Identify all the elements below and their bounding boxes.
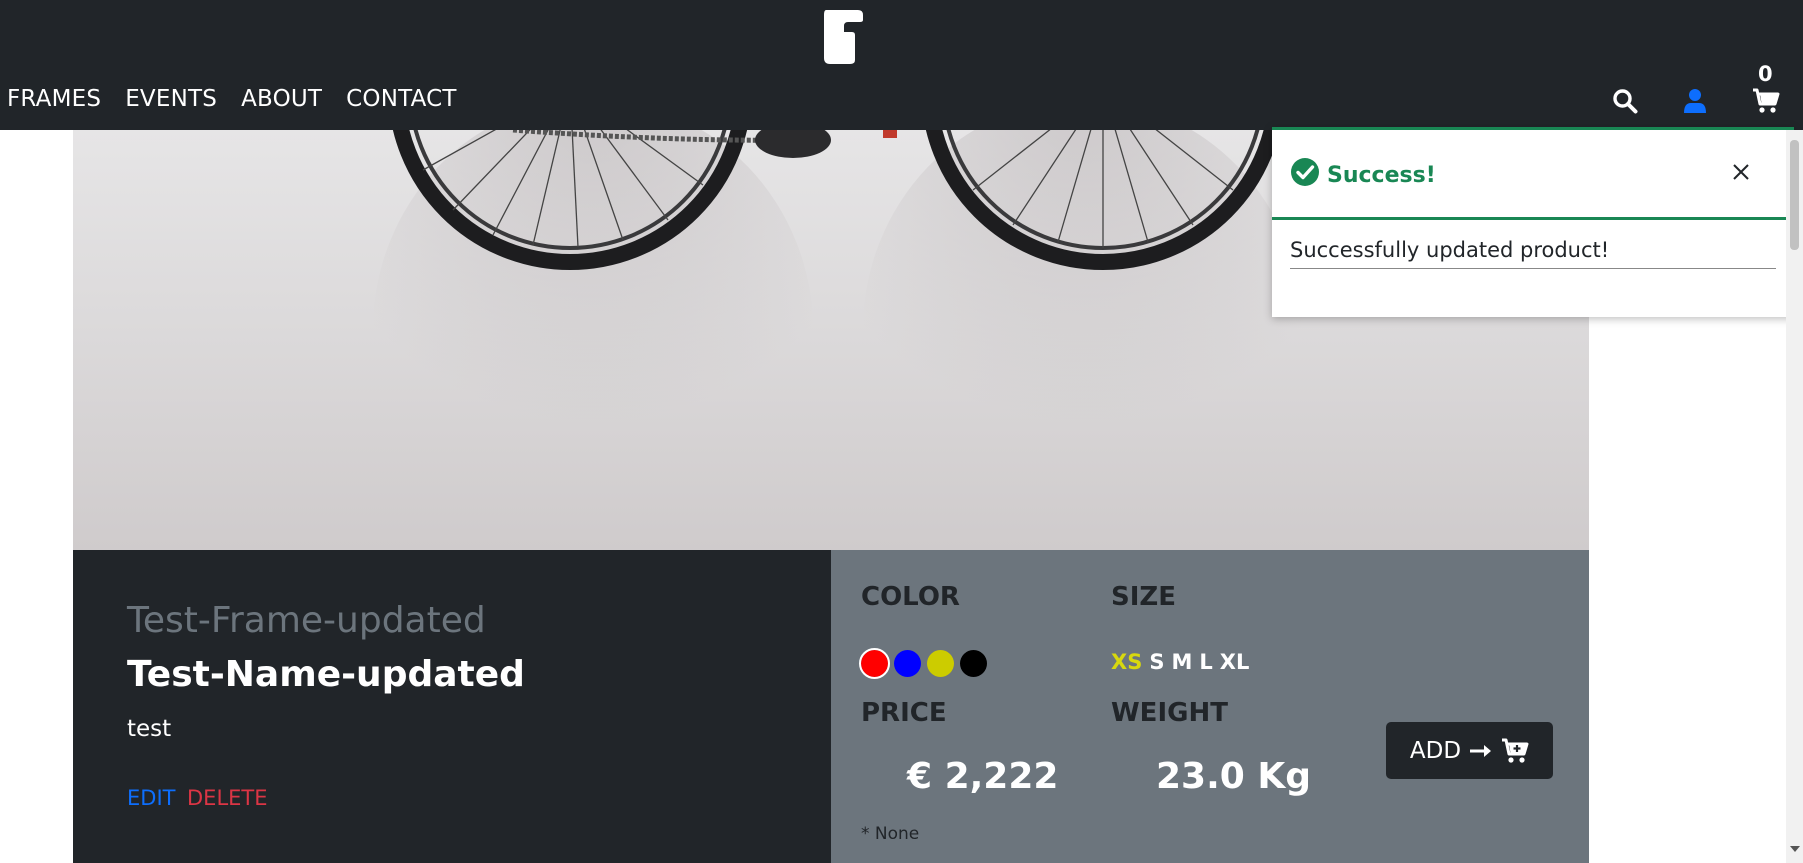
size-option-l[interactable]: L <box>1199 650 1212 674</box>
success-toast: Success! Successfully updated product! <box>1272 127 1794 317</box>
site-header: FRAMES EVENTS ABOUT CONTACT 0 <box>0 0 1803 130</box>
scrollbar-thumb[interactable] <box>1790 140 1799 250</box>
color-swatch-yellow[interactable] <box>927 650 954 677</box>
product-info-panel: Test-Frame-updated Test-Name-updated tes… <box>73 550 831 863</box>
delete-link[interactable]: DELETE <box>187 786 268 810</box>
weight-value: 23.0 Kg <box>1156 756 1312 797</box>
user-icon[interactable] <box>1682 88 1708 114</box>
size-option-xs[interactable]: XS <box>1111 650 1142 674</box>
color-swatch-black[interactable] <box>960 650 987 677</box>
color-swatch-blue[interactable] <box>894 650 921 677</box>
scroll-down-arrow-icon[interactable] <box>1790 846 1800 852</box>
size-label: SIZE <box>1111 582 1177 612</box>
color-swatch-red[interactable] <box>859 648 890 679</box>
add-to-cart-button[interactable]: ADD <box>1386 722 1553 779</box>
weight-label: WEIGHT <box>1111 698 1228 728</box>
price-label: PRICE <box>861 698 947 728</box>
size-option-s[interactable]: S <box>1149 650 1164 674</box>
arrow-right-icon <box>1470 744 1492 757</box>
toast-title: Success! <box>1327 163 1436 188</box>
edit-link[interactable]: EDIT <box>127 786 175 810</box>
price-value: € 2,222 <box>907 756 1059 797</box>
main-nav: FRAMES EVENTS ABOUT CONTACT <box>7 86 457 112</box>
nav-frames[interactable]: FRAMES <box>7 86 101 112</box>
check-circle-icon <box>1291 158 1319 186</box>
product-description: test <box>127 716 172 742</box>
cart-count: 0 <box>1758 62 1773 86</box>
nav-events[interactable]: EVENTS <box>125 86 217 112</box>
cart-plus-icon <box>1502 738 1529 763</box>
product-options-panel: COLOR SIZE XS S M L XL PRICE WEIGHT € 2,… <box>831 550 1589 863</box>
nav-contact[interactable]: CONTACT <box>346 86 456 112</box>
size-option-m[interactable]: M <box>1171 650 1192 674</box>
close-icon[interactable] <box>1728 159 1754 185</box>
toast-header: Success! <box>1272 130 1794 220</box>
page-scrollbar[interactable] <box>1786 130 1803 863</box>
cart-icon[interactable] <box>1752 88 1780 114</box>
color-swatches <box>859 648 987 679</box>
color-label: COLOR <box>861 582 960 612</box>
toast-message: Successfully updated product! <box>1290 238 1776 269</box>
frame-name: Test-Frame-updated <box>127 600 486 641</box>
add-button-label: ADD <box>1409 737 1462 764</box>
note-text: * None <box>861 824 920 844</box>
nav-about[interactable]: ABOUT <box>241 86 322 112</box>
size-option-xl[interactable]: XL <box>1220 650 1250 674</box>
size-options: XS S M L XL <box>1111 650 1249 674</box>
brand-logo-icon[interactable] <box>822 8 864 64</box>
search-icon[interactable] <box>1612 88 1638 114</box>
product-name: Test-Name-updated <box>127 654 525 695</box>
